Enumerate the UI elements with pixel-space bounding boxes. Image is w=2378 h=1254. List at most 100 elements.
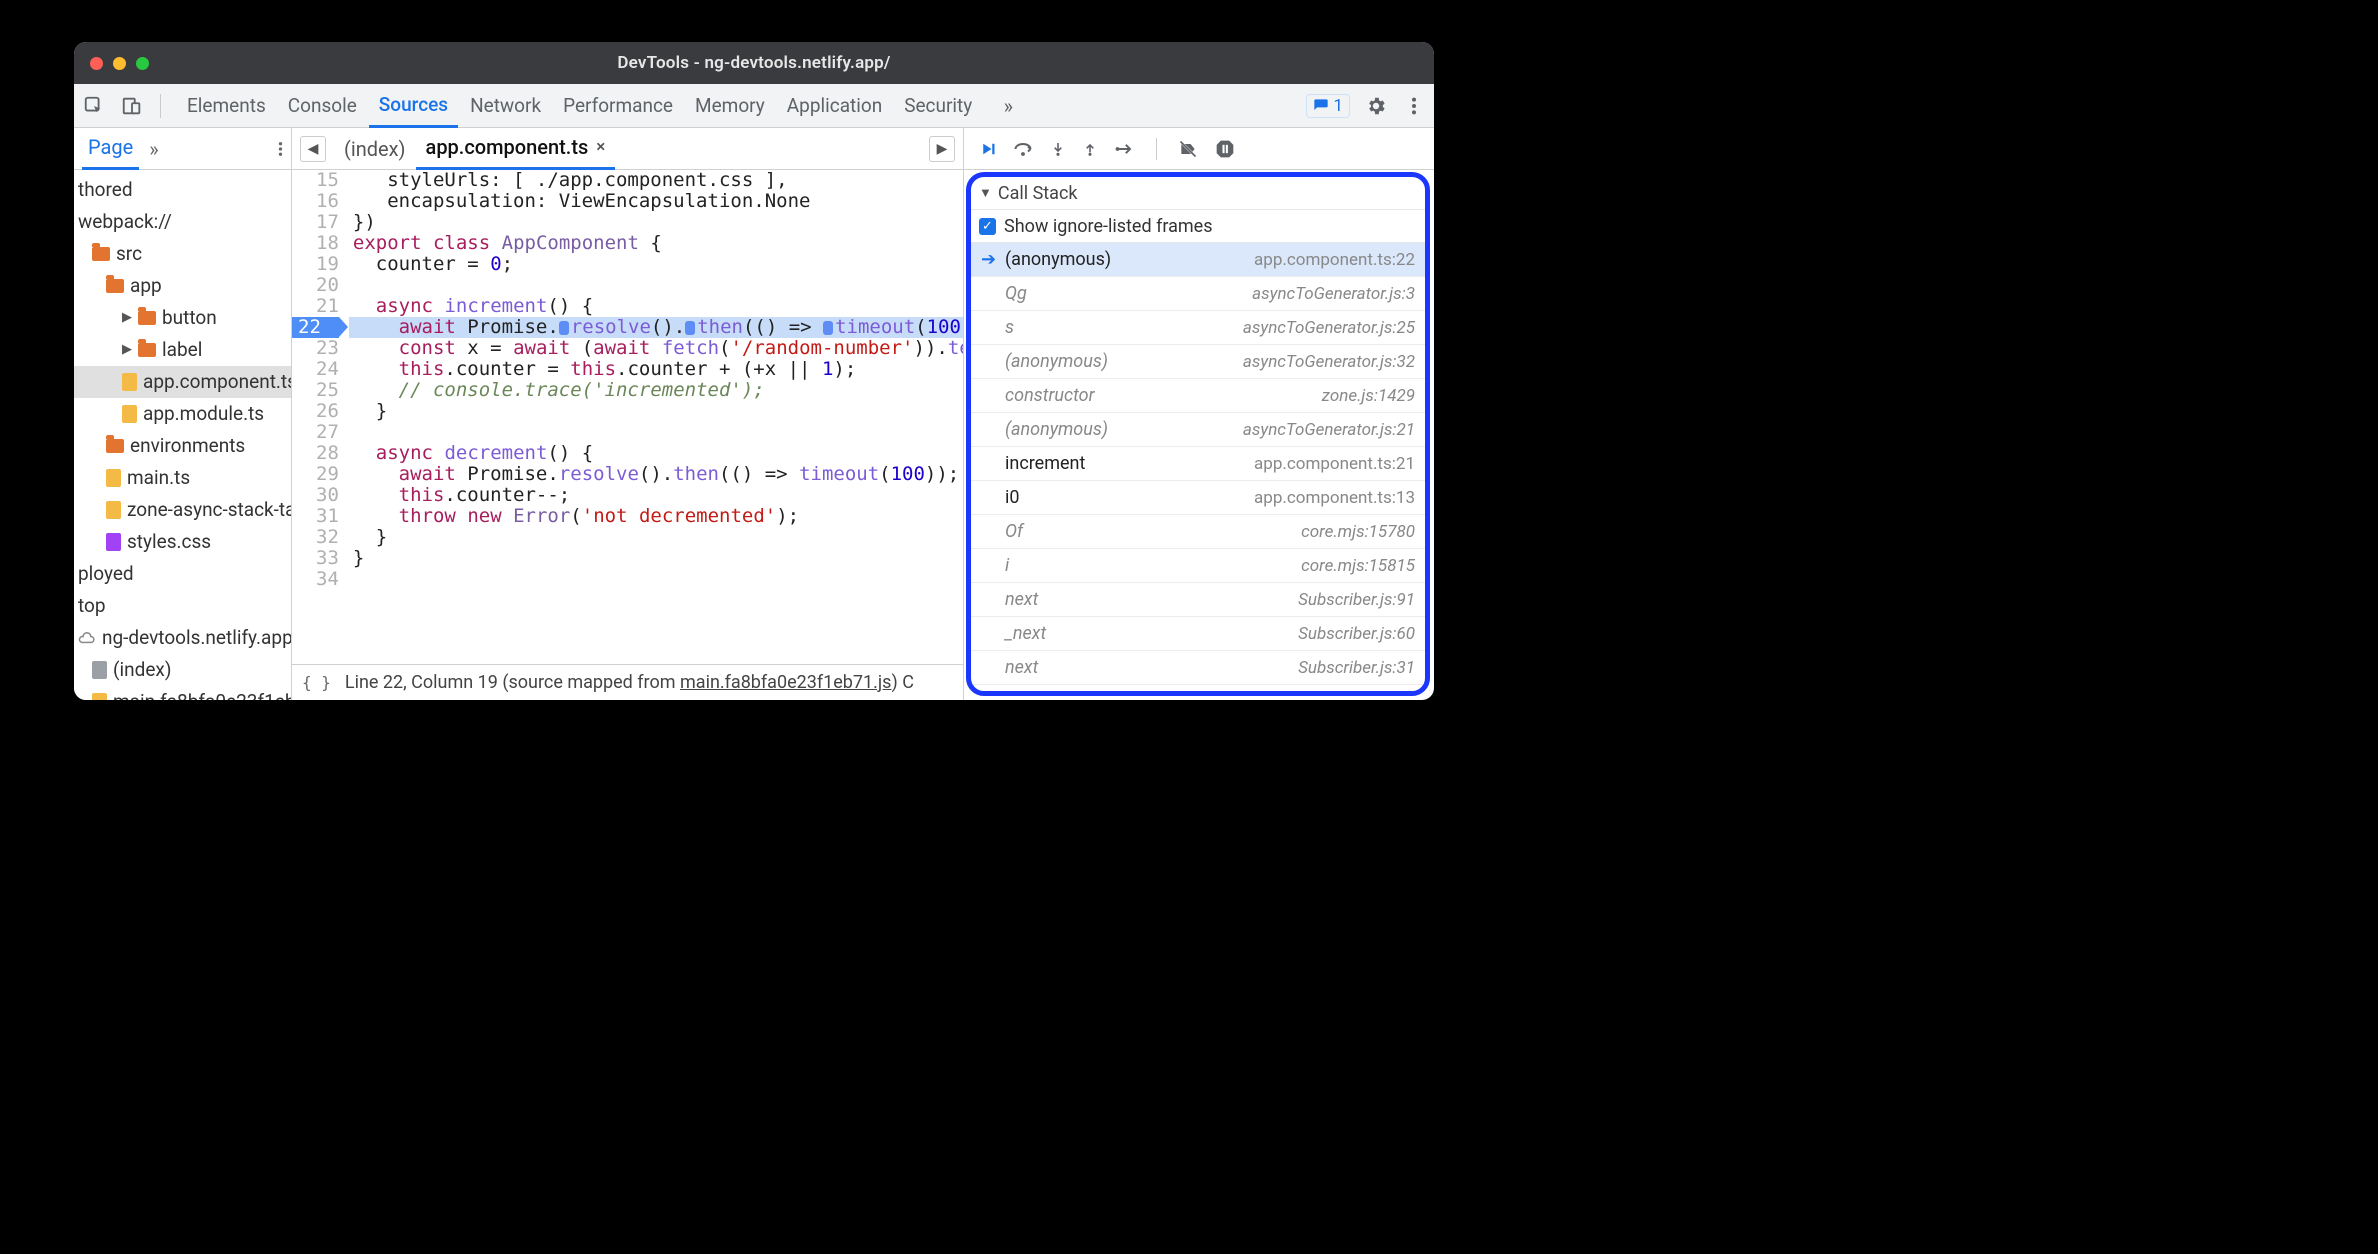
inspect-element-icon[interactable] (82, 94, 106, 118)
pause-exceptions-icon[interactable] (1215, 139, 1235, 159)
frame-name: Qg (1005, 283, 1242, 304)
tree-item-label: label (162, 335, 202, 365)
stack-frame[interactable]: Ofcore.mjs:15780 (971, 515, 1425, 549)
stack-frame[interactable]: sasyncToGenerator.js:25 (971, 311, 1425, 345)
stack-frame[interactable]: ➔(anonymous)app.component.ts:22 (971, 243, 1425, 277)
tree-item-label: zone-async-stack-tag (127, 495, 291, 525)
source-map-link[interactable]: main.fa8bfa0e23f1eb71.js (680, 672, 891, 693)
stack-frame[interactable]: (anonymous) asyncToGenerator.js:21 (971, 413, 1425, 447)
step-out-icon[interactable] (1082, 139, 1098, 159)
frame-name: _next (1005, 623, 1288, 644)
tree-item-label: ployed (78, 559, 134, 589)
cloud-icon (78, 631, 96, 645)
panel-tab-elements[interactable]: Elements (177, 84, 276, 128)
tree-item[interactable]: top (74, 590, 291, 622)
tree-item[interactable]: ng-devtools.netlify.app (74, 622, 291, 654)
show-ignored-frames-row[interactable]: ✓ Show ignore-listed frames (971, 209, 1425, 243)
navigator-kebab-icon[interactable] (278, 140, 283, 158)
issues-badge[interactable]: 1 (1306, 94, 1350, 118)
tree-item[interactable]: webpack:// (74, 206, 291, 238)
tree-item[interactable]: zone-async-stack-tag (74, 494, 291, 526)
panel-tab-network[interactable]: Network (460, 84, 551, 128)
panel-tab-security[interactable]: Security (894, 84, 982, 128)
panel-tab-performance[interactable]: Performance (553, 84, 683, 128)
frame-location: asyncToGenerator.js:3 (1252, 284, 1415, 304)
tree-item[interactable]: thored (74, 174, 291, 206)
file-icon (92, 661, 107, 679)
file-icon (106, 469, 121, 487)
deactivate-breakpoints-icon[interactable] (1177, 139, 1199, 159)
tree-item-label: (index) (113, 655, 171, 685)
file-tree[interactable]: thoredwebpack://srcapp▶button▶labelapp.c… (74, 170, 291, 700)
frame-location: zone.js:1429 (1322, 386, 1415, 406)
source-editor-pane: ◀ (index)app.component.ts× ▶ 15161718192… (292, 128, 964, 700)
tree-item[interactable]: app.module.ts (74, 398, 291, 430)
frame-location: asyncToGenerator.js:25 (1243, 318, 1415, 338)
frame-name: constructor (1005, 385, 1312, 406)
close-tab-icon[interactable]: × (596, 137, 605, 157)
kebab-menu-icon[interactable] (1402, 94, 1426, 118)
current-frame-arrow-icon: ➔ (981, 249, 995, 270)
call-stack-frames: ➔(anonymous)app.component.ts:22QgasyncTo… (971, 243, 1425, 691)
run-snippet-button[interactable]: ▶ (929, 136, 955, 162)
panel-tab-application[interactable]: Application (777, 84, 892, 128)
tree-item[interactable]: main.ts (74, 462, 291, 494)
navigator-more-tabs-icon[interactable]: » (149, 137, 158, 161)
pretty-print-icon[interactable]: { } (302, 673, 331, 692)
step-into-icon[interactable] (1050, 139, 1066, 159)
tree-item[interactable]: src (74, 238, 291, 270)
stack-frame[interactable]: nextSubscriber.js:31 (971, 651, 1425, 685)
step-icon[interactable] (1114, 139, 1136, 159)
frame-location: app.component.ts:13 (1254, 488, 1415, 508)
tree-item[interactable]: ployed (74, 558, 291, 590)
stack-frame[interactable]: i0app.component.ts:13 (971, 481, 1425, 515)
tree-item-label: src (116, 239, 142, 269)
tree-item[interactable]: styles.css (74, 526, 291, 558)
call-stack-header[interactable]: ▼ Call Stack (971, 177, 1425, 209)
more-panels-icon[interactable]: » (996, 94, 1020, 118)
folder-icon (92, 247, 110, 261)
panel-tab-console[interactable]: Console (278, 84, 367, 128)
frame-location: asyncToGenerator.js:32 (1243, 352, 1415, 372)
stack-frame[interactable]: nextSubscriber.js:91 (971, 583, 1425, 617)
frame-location: core.mjs:15780 (1301, 522, 1415, 542)
editor-tab[interactable]: (index) (334, 128, 416, 170)
tree-item[interactable]: app.component.ts (74, 366, 291, 398)
navigator-tab-page[interactable]: Page (82, 128, 139, 170)
tree-item[interactable]: environments (74, 430, 291, 462)
tree-item[interactable]: main.fa8bfa0e23f1eb (74, 686, 291, 700)
code-lines[interactable]: styleUrls: [ ./app.component.css ], enca… (349, 170, 963, 664)
panel-tab-memory[interactable]: Memory (685, 84, 775, 128)
stack-frame[interactable]: Qg asyncToGenerator.js:3 (971, 277, 1425, 311)
stack-frame[interactable]: icore.mjs:15815 (971, 549, 1425, 583)
tree-item[interactable]: ▶label (74, 334, 291, 366)
frame-location: asyncToGenerator.js:21 (1243, 420, 1415, 440)
code-area[interactable]: 1516171819202122232425262728293031323334… (292, 170, 963, 664)
line-gutter[interactable]: 1516171819202122232425262728293031323334 (292, 170, 349, 664)
disclosure-triangle-icon: ▶ (122, 303, 132, 333)
stack-frame[interactable]: _nextSubscriber.js:60 (971, 617, 1425, 651)
step-over-icon[interactable] (1012, 139, 1034, 159)
editor-tab[interactable]: app.component.ts× (416, 128, 616, 170)
tree-item[interactable]: app (74, 270, 291, 302)
file-icon (92, 693, 107, 700)
panels-toolbar: ElementsConsoleSourcesNetworkPerformance… (74, 84, 1434, 128)
resume-script-icon[interactable] (978, 139, 996, 159)
debugger-toolbar (964, 128, 1434, 170)
tree-item-label: app.component.ts (143, 367, 291, 397)
stack-frame[interactable]: constructor zone.js:1429 (971, 379, 1425, 413)
tree-item-label: environments (130, 431, 245, 461)
checkbox-checked-icon[interactable]: ✓ (979, 218, 996, 235)
history-back-button[interactable]: ◀ (300, 136, 326, 162)
panel-tabs: ElementsConsoleSourcesNetworkPerformance… (177, 84, 982, 128)
tree-item[interactable]: (index) (74, 654, 291, 686)
file-icon (122, 405, 137, 423)
settings-gear-icon[interactable] (1364, 94, 1388, 118)
tree-item[interactable]: ▶button (74, 302, 291, 334)
panel-tab-sources[interactable]: Sources (369, 84, 458, 128)
stack-frame[interactable]: incrementapp.component.ts:21 (971, 447, 1425, 481)
device-toolbar-icon[interactable] (120, 94, 144, 118)
editor-status-bar: { } Line 22, Column 19 (source mapped fr… (292, 664, 963, 700)
frame-name: (anonymous) (1005, 419, 1233, 440)
stack-frame[interactable]: (anonymous)asyncToGenerator.js:32 (971, 345, 1425, 379)
